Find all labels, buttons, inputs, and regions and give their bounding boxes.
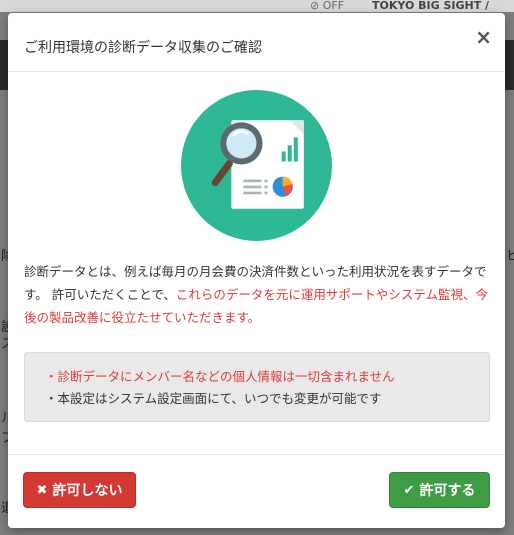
notice-item-personal-info: ・診断データにメンバー名などの個人情報は一切含まれません: [45, 369, 395, 384]
dialog-title: ご利用環境の診断データ収集のご確認: [24, 40, 262, 56]
background-text-fragment: ヒ: [506, 249, 514, 264]
close-icon[interactable]: ×: [475, 25, 492, 49]
background-venue-label: TOKYO BIG SIGHT /: [372, 0, 490, 12]
allow-button-label: 許可する: [419, 483, 476, 499]
data-report-magnifier-icon: [181, 90, 332, 241]
deny-button-label: 許可しない: [52, 483, 123, 499]
background-off-label: ⊘ OFF: [310, 0, 345, 12]
notice-list: ・診断データにメンバー名などの個人情報は一切含まれません ・本設定はシステム設定…: [45, 366, 395, 410]
deny-button[interactable]: ✖ 許可しない: [23, 472, 136, 508]
diagnostic-consent-dialog: ご利用環境の診断データ収集のご確認 × 診断データとは、例えば毎月の月会費の決済…: [8, 13, 505, 528]
background-topbar: ⊘ OFF TOKYO BIG SIGHT /: [0, 0, 514, 12]
privacy-notice-box: ・診断データにメンバー名などの個人情報は一切含まれません ・本設定はシステム設定…: [24, 352, 490, 422]
checkmark-icon: ✔: [403, 482, 415, 498]
dialog-header: ご利用環境の診断データ収集のご確認 ×: [8, 13, 505, 72]
x-icon: ✖: [36, 482, 48, 498]
notice-item-settings-change: ・本設定はシステム設定画面にて、いつでも変更が可能です: [45, 391, 382, 406]
dialog-footer: ✖ 許可しない ✔ 許可する: [8, 454, 505, 528]
dialog-description: 診断データとは、例えば毎月の月会費の決済件数といった利用状況を表すデータです。 …: [24, 260, 492, 329]
allow-button[interactable]: ✔ 許可する: [389, 472, 490, 508]
